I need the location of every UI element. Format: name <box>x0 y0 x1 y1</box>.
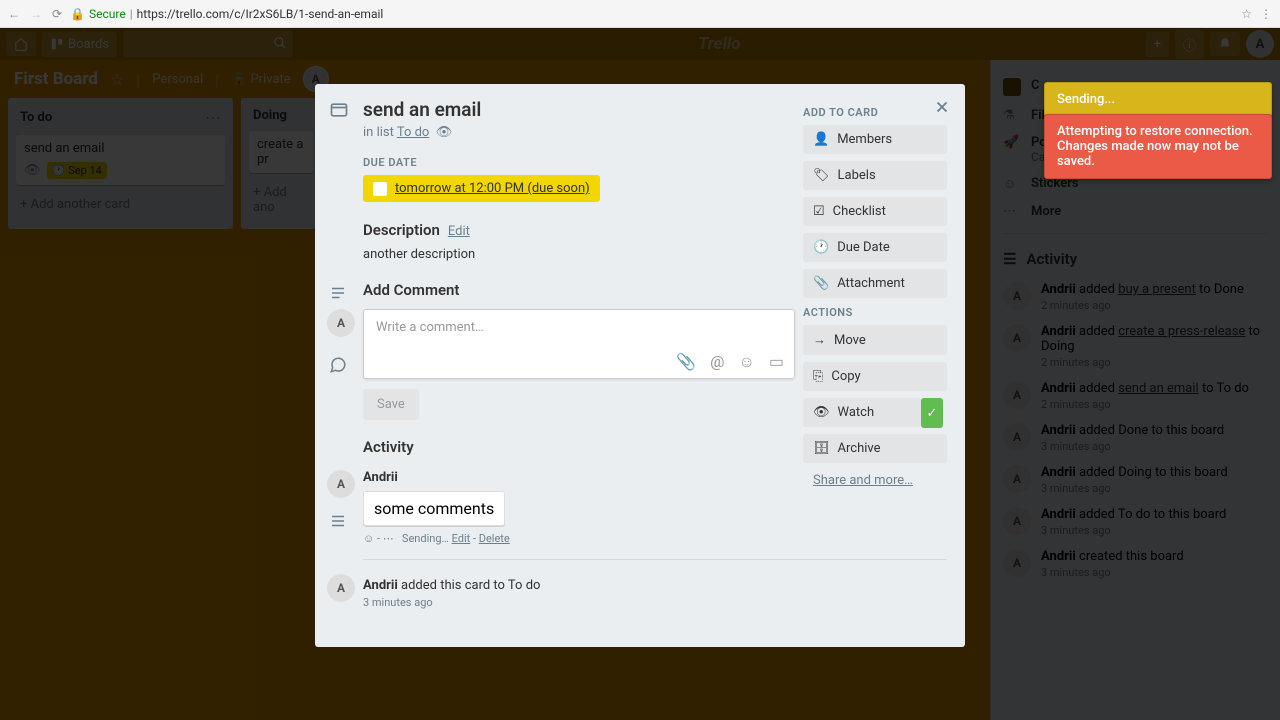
share-link[interactable]: Share and more… <box>803 473 947 488</box>
archive-icon: 🗄 <box>813 441 830 456</box>
comment-icon <box>329 356 347 374</box>
attachment-button[interactable]: 📎Attachment <box>803 269 947 298</box>
edit-comment-link[interactable]: Edit <box>452 532 471 545</box>
duedate-button[interactable]: 🕐Due Date <box>803 233 947 262</box>
actions-label: ACTIONS <box>803 306 947 319</box>
add-comment-heading: Add Comment <box>363 281 459 299</box>
back-icon[interactable]: ← <box>8 7 20 21</box>
attachment-icon[interactable]: 📎 <box>676 352 696 372</box>
emoji-icon[interactable]: ☺ <box>739 352 755 372</box>
forward-icon[interactable]: → <box>30 7 42 21</box>
avatar: A <box>327 470 355 498</box>
comment-meta: ☺ - ⋯ Sending… Edit - Delete <box>363 532 947 545</box>
activity-entry: A Andrii added this card to To do 3 minu… <box>363 574 947 609</box>
card-link-icon[interactable]: ▭ <box>769 352 784 372</box>
move-button[interactable]: →Move <box>803 325 947 355</box>
due-checkbox[interactable] <box>373 182 387 196</box>
toast-sending: Sending... <box>1044 82 1272 117</box>
checklist-button[interactable]: ☑Checklist <box>803 197 947 226</box>
comment-avatar: A <box>327 309 355 337</box>
checklist-icon: ☑ <box>813 204 825 219</box>
archive-button[interactable]: 🗄Archive <box>803 434 947 463</box>
copy-button[interactable]: ⎘Copy <box>803 362 947 391</box>
mention-icon[interactable]: @ <box>710 352 724 372</box>
description-icon <box>329 284 347 302</box>
reload-icon[interactable]: ⟳ <box>52 7 62 21</box>
comment-placeholder[interactable]: Write a comment… <box>364 310 794 346</box>
browser-menu-icon[interactable]: ⋮ <box>1260 7 1272 21</box>
delete-comment-link[interactable]: Delete <box>479 532 510 545</box>
card-sidebar: ADD TO CARD 👤Members 🏷Labels ☑Checklist … <box>803 98 947 488</box>
labels-icon: 🏷 <box>813 168 830 183</box>
due-date-badge[interactable]: tomorrow at 12:00 PM (due soon) <box>363 175 600 202</box>
bookmark-star-icon[interactable]: ☆ <box>1241 7 1252 21</box>
labels-button[interactable]: 🏷Labels <box>803 161 947 190</box>
watch-checked-icon: ✓ <box>921 398 943 428</box>
card-modal: send an email in list To do 👁 DUE DATE t… <box>315 84 965 647</box>
activity-author[interactable]: Andrii <box>363 578 398 593</box>
eye-icon: 👁 <box>813 405 830 420</box>
activity-time: 3 minutes ago <box>363 596 947 609</box>
secure-label: Secure <box>89 7 126 21</box>
avatar: A <box>327 574 355 602</box>
browser-chrome: ← → ⟳ 🔒 Secure | https://trello.com/c/Ir… <box>0 0 1280 28</box>
activity-heading: Activity <box>363 438 414 456</box>
list-link[interactable]: To do <box>397 125 430 140</box>
save-comment-button[interactable]: Save <box>363 389 419 420</box>
description-heading: Description <box>363 221 440 239</box>
card-icon <box>329 100 349 120</box>
watch-button[interactable]: 👁Watch✓ <box>803 398 921 427</box>
members-icon: 👤 <box>813 132 829 147</box>
comment-bubble: some comments <box>363 491 505 526</box>
comment-input-box[interactable]: Write a comment… 📎 @ ☺ ▭ <box>363 309 795 379</box>
clock-icon: 🕐 <box>813 240 829 255</box>
add-to-card-label: ADD TO CARD <box>803 106 947 119</box>
url-text[interactable]: https://trello.com/c/Ir2xS6LB/1-send-an-… <box>137 7 384 21</box>
edit-description-link[interactable]: Edit <box>448 224 470 239</box>
attachment-icon: 📎 <box>813 276 829 291</box>
toast-connection-error: Attempting to restore connection. Change… <box>1044 114 1272 179</box>
copy-icon: ⎘ <box>813 369 823 384</box>
arrow-icon: → <box>813 332 826 348</box>
members-button[interactable]: 👤Members <box>803 125 947 154</box>
watch-icon[interactable]: 👁 <box>436 125 453 140</box>
activity-icon <box>329 512 347 530</box>
